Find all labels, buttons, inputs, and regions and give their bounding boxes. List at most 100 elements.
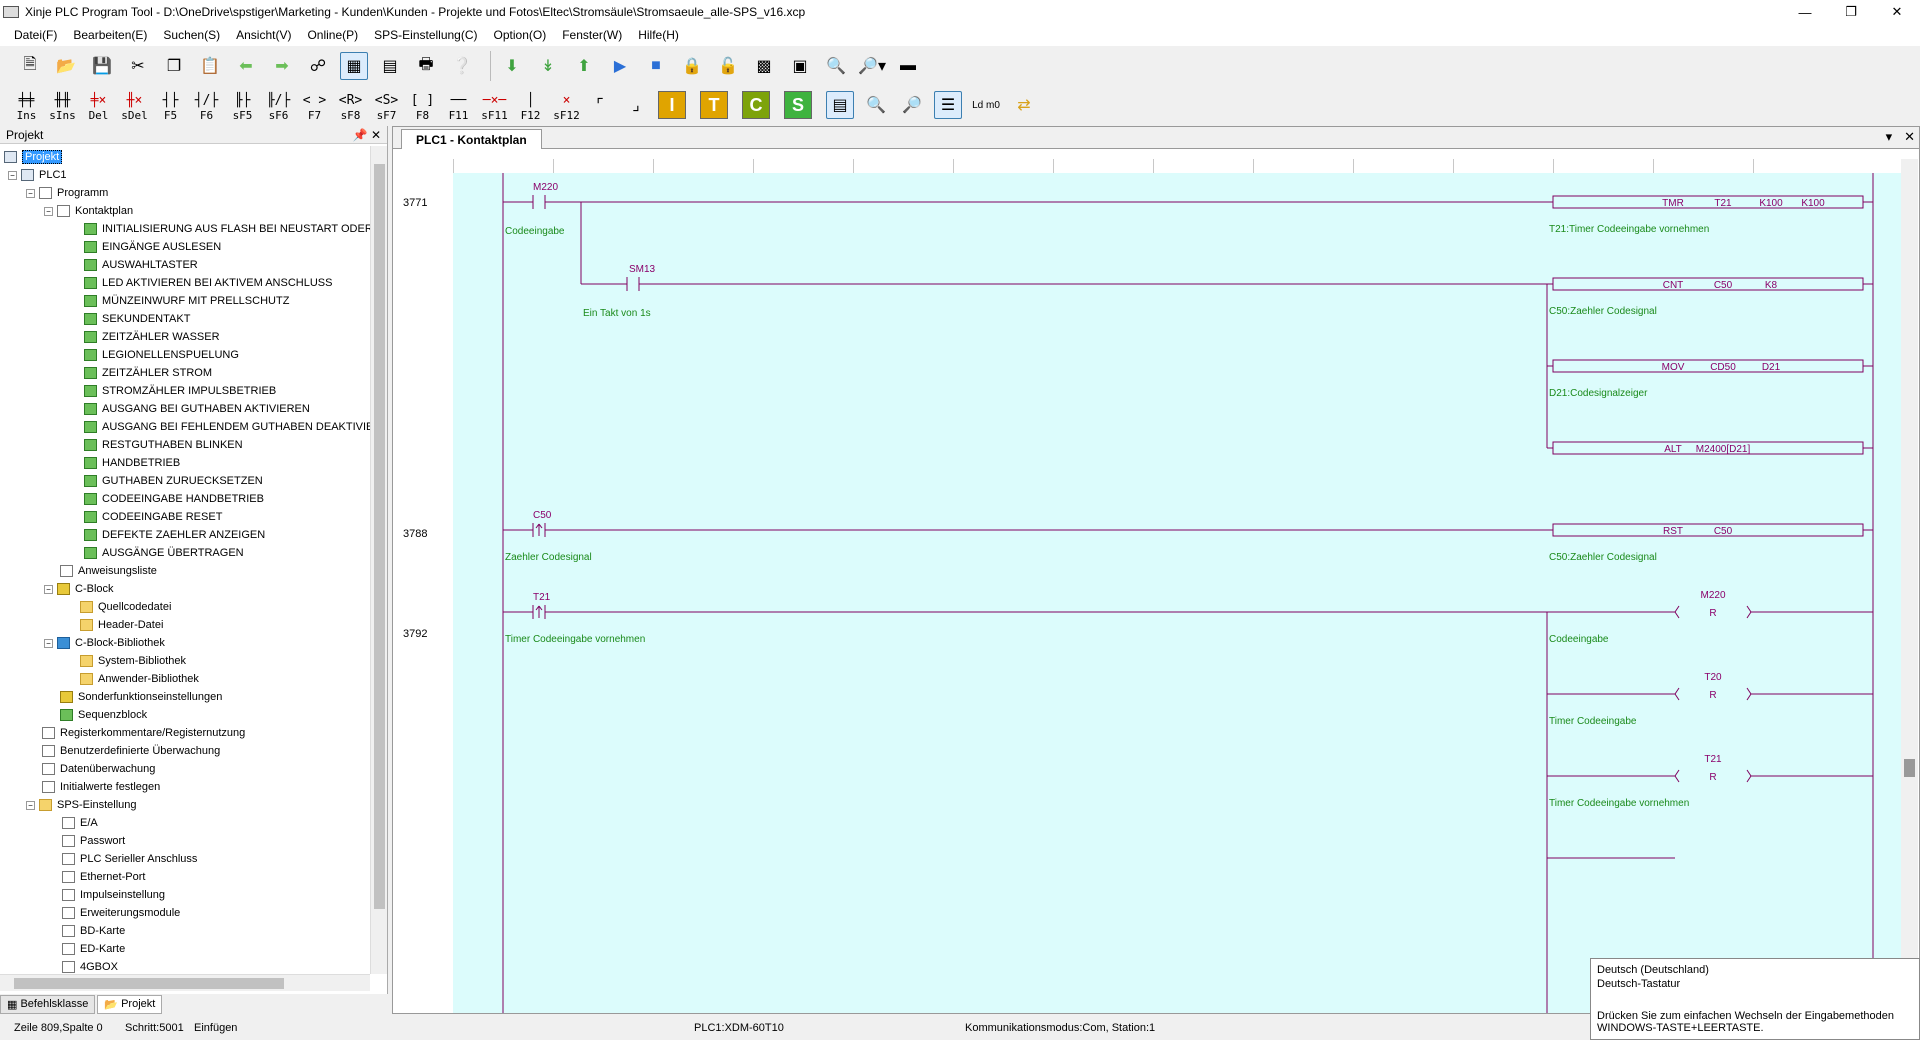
- tree-node-kontaktplan[interactable]: − Kontaktplan: [44, 202, 133, 220]
- tab-list-icon[interactable]: ▾: [1886, 129, 1893, 145]
- binoculars-icon[interactable]: ☍: [304, 52, 332, 80]
- zoom-out-icon[interactable]: 🔎: [898, 91, 926, 119]
- tree-node-rung[interactable]: AUSWAHLTASTER: [84, 256, 198, 274]
- search-doc-icon[interactable]: 🔍: [822, 52, 850, 80]
- set-coil-button[interactable]: <S> sF7: [370, 88, 403, 122]
- ldm0-button[interactable]: Ld m0: [970, 91, 1002, 119]
- tree-node-benutzer[interactable]: Benutzerdefinierte Überwachung: [42, 742, 220, 760]
- insert-column-button[interactable]: ╫╫ sIns: [46, 88, 79, 122]
- falling-edge-icon[interactable]: ⌟: [622, 91, 650, 119]
- menu-datei[interactable]: Datei(F): [6, 28, 65, 42]
- nc-contact-button[interactable]: ┤/├ F6: [190, 88, 223, 122]
- editor-vertical-scrollbar[interactable]: [1901, 159, 1918, 1013]
- monitor-icon[interactable]: ▩: [750, 52, 778, 80]
- editor-close-icon[interactable]: ✕: [1904, 129, 1915, 145]
- new-file-icon[interactable]: 🗎: [16, 52, 44, 80]
- counter-c-button[interactable]: C: [742, 91, 770, 119]
- tree-node-sps-item[interactable]: Passwort: [62, 832, 125, 850]
- tree-node-rung[interactable]: LED AKTIVIEREN BEI AKTIVEM ANSCHLUSS: [84, 274, 332, 292]
- stop-icon[interactable]: ■: [642, 52, 670, 80]
- tree-node-rung[interactable]: SEKUNDENTAKT: [84, 310, 190, 328]
- tree-node-quellcodedatei[interactable]: Quellcodedatei: [80, 598, 171, 616]
- delete-vline-button[interactable]: × sF12: [550, 88, 583, 122]
- tree-node-rung[interactable]: HANDBETRIEB: [84, 454, 180, 472]
- tree-node-sequenzblock[interactable]: Sequenzblock: [60, 706, 147, 724]
- ladder-canvas[interactable]: TMR T21 K100 K100 M220 Codeeingabe T21:Timer C…: [453, 173, 1901, 1013]
- tab-kontaktplan[interactable]: PLC1 - Kontaktplan: [401, 129, 542, 149]
- tab-befehlsklasse[interactable]: ▦ Befehlsklasse: [0, 994, 96, 1014]
- minimize-button[interactable]: —: [1782, 0, 1828, 24]
- cut-icon[interactable]: ✂: [124, 52, 152, 80]
- collapse-icon[interactable]: −: [44, 206, 53, 216]
- sequence-s-button[interactable]: S: [784, 91, 812, 119]
- help-search-icon[interactable]: ❔: [448, 52, 476, 80]
- tree-vertical-scrollbar[interactable]: [370, 146, 387, 974]
- tree-node-rung[interactable]: CODEEINGABE HANDBETRIEB: [84, 490, 264, 508]
- tree-node-sps-einstellung[interactable]: − SPS-Einstellung: [26, 796, 137, 814]
- list-view-icon[interactable]: ▤: [376, 52, 404, 80]
- tree-node-cblock[interactable]: − C-Block: [44, 580, 114, 598]
- scrollbar-thumb[interactable]: [1904, 759, 1915, 777]
- tree-node-header-datei[interactable]: Header-Datei: [80, 616, 163, 634]
- comment-toggle-icon[interactable]: ▤: [826, 91, 854, 119]
- tree-node-cblock-bibliothek[interactable]: − C-Block-Bibliothek: [44, 634, 165, 652]
- tree-node-sps-item[interactable]: Erweiterungsmodule: [62, 904, 180, 922]
- tree-node-sonderfunktion[interactable]: Sonderfunktionseinstellungen: [60, 688, 222, 706]
- zoom-in-icon[interactable]: 🔍: [862, 91, 890, 119]
- input-i-button[interactable]: I: [658, 91, 686, 119]
- tree-node-register[interactable]: Registerkommentare/Registernutzung: [42, 724, 245, 742]
- open-folder-icon[interactable]: 📂: [52, 52, 80, 80]
- instruction-button[interactable]: [ ] F8: [406, 88, 439, 122]
- tree-node-rung[interactable]: DEFEKTE ZAEHLER ANZEIGEN: [84, 526, 265, 544]
- maximize-button[interactable]: ❐: [1828, 0, 1874, 24]
- tree-node-rung[interactable]: INITIALISIERUNG AUS FLASH BEI NEUSTART O…: [84, 220, 370, 238]
- menu-suchen[interactable]: Suchen(S): [155, 28, 228, 42]
- tree-node-rung[interactable]: STROMZÄHLER IMPULSBETRIEB: [84, 382, 276, 400]
- collapse-icon[interactable]: −: [26, 800, 35, 810]
- pin-icon[interactable]: 📌: [353, 128, 368, 142]
- vline-button[interactable]: │ F12: [514, 88, 547, 122]
- tree-node-rung[interactable]: AUSGANG BEI GUTHABEN AKTIVIEREN: [84, 400, 310, 418]
- tree-node-sps-item[interactable]: Ethernet-Port: [62, 868, 145, 886]
- timer-t-button[interactable]: T: [700, 91, 728, 119]
- collapse-icon[interactable]: −: [44, 584, 53, 594]
- coil-button[interactable]: < > F7: [298, 88, 331, 122]
- no-contact-button[interactable]: ┤├ F5: [154, 88, 187, 122]
- rising-edge-icon[interactable]: ⌜: [586, 91, 614, 119]
- tree-node-rung[interactable]: ZEITZÄHLER WASSER: [84, 328, 220, 346]
- print-icon[interactable]: 🖶: [412, 52, 440, 80]
- zoom-region-icon[interactable]: ▣: [786, 52, 814, 80]
- scrollbar-thumb[interactable]: [14, 978, 284, 989]
- tree-node-rung[interactable]: MÜNZEINWURF MIT PRELLSCHUTZ: [84, 292, 289, 310]
- tree-node-rung[interactable]: ZEITZÄHLER STROM: [84, 364, 212, 382]
- delete-column-button[interactable]: ╫× sDel: [118, 88, 151, 122]
- save-icon[interactable]: 💾: [88, 52, 116, 80]
- lock-icon[interactable]: 🔒: [678, 52, 706, 80]
- delete-row-button[interactable]: ╪× Del: [82, 88, 115, 122]
- tree-node-projekt[interactable]: Projekt: [4, 148, 63, 166]
- tree-node-sps-item[interactable]: PLC Serieller Anschluss: [62, 850, 197, 868]
- back-arrow-icon[interactable]: ⬅: [232, 52, 260, 80]
- zoom-dropdown-icon[interactable]: 🔎▾: [858, 52, 886, 80]
- tree-node-rung[interactable]: CODEEINGABE RESET: [84, 508, 222, 526]
- paste-icon[interactable]: 📋: [196, 52, 224, 80]
- tree-node-sps-item[interactable]: E/A: [62, 814, 98, 832]
- collapse-icon[interactable]: −: [8, 170, 17, 180]
- tree-node-sps-item[interactable]: BD-Karte: [62, 922, 125, 940]
- ladder-view-icon[interactable]: ▦: [340, 52, 368, 80]
- tree-node-plc1[interactable]: − PLC1: [8, 166, 67, 184]
- tree-node-rung[interactable]: EINGÄNGE AUSLESEN: [84, 238, 221, 256]
- download-all-icon[interactable]: ↡: [534, 52, 562, 80]
- tree-node-rung[interactable]: AUSGANG BEI FEHLENDEM GUTHABEN DEAKTIVIE…: [84, 418, 370, 436]
- tree-horizontal-scrollbar[interactable]: [0, 974, 370, 991]
- menu-bearbeiten[interactable]: Bearbeiten(E): [65, 28, 155, 42]
- tree-node-system-bibliothek[interactable]: System-Bibliothek: [80, 652, 186, 670]
- tree-node-rung[interactable]: LEGIONELLENSPUELUNG: [84, 346, 239, 364]
- menu-hilfe[interactable]: Hilfe(H): [630, 28, 687, 42]
- parallel-no-button[interactable]: ╟├ sF5: [226, 88, 259, 122]
- upload-icon[interactable]: ⬆: [570, 52, 598, 80]
- collapse-icon[interactable]: −: [44, 638, 53, 648]
- collapse-icon[interactable]: −: [26, 188, 35, 198]
- tree-node-sps-item[interactable]: Impulseinstellung: [62, 886, 165, 904]
- run-icon[interactable]: ▶: [606, 52, 634, 80]
